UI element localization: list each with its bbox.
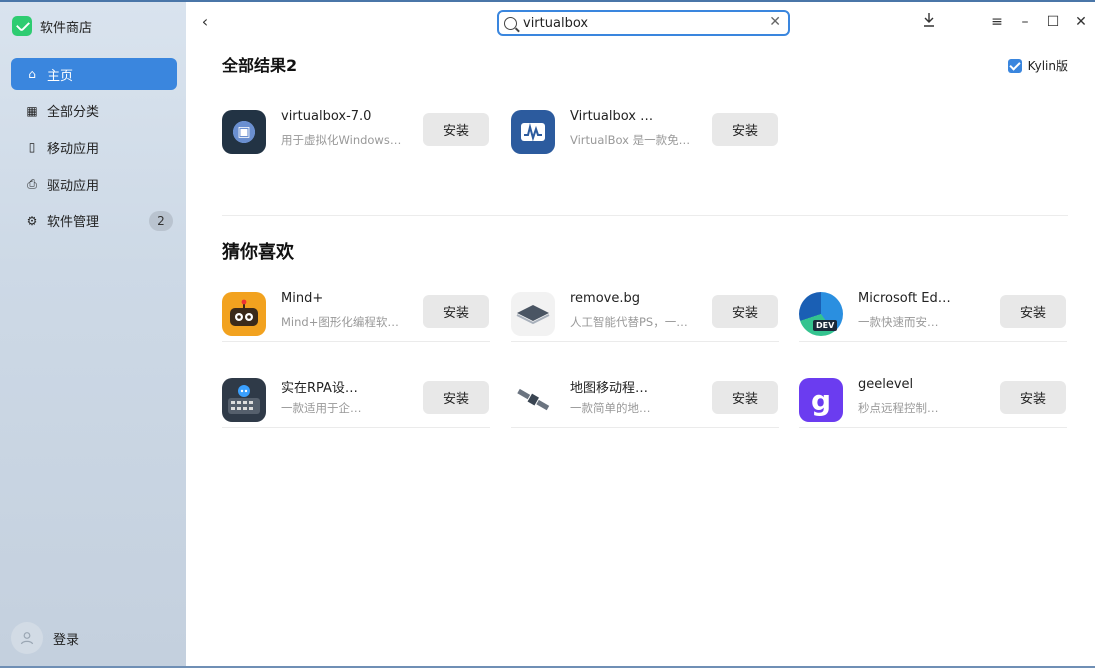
install-button[interactable]: 安装 <box>712 381 778 414</box>
search-box[interactable]: ✕ <box>497 10 790 36</box>
app-name: Virtualbox … <box>570 109 654 124</box>
satellite-icon <box>511 378 555 422</box>
sidebar-item-drivers[interactable]: ⎙ 驱动应用 <box>11 168 177 200</box>
download-icon <box>924 13 934 27</box>
main-content: ‹ ✕ ≡ – ☐ ✕ 全部结果2 Kylin版 ▣ virtu <box>186 2 1095 666</box>
recommendation-card[interactable]: g geelevel 秒点远程控制… 安装 <box>799 368 1067 428</box>
login-label: 登录 <box>53 632 80 648</box>
app-name: virtualbox-7.0 <box>281 109 372 124</box>
app-description: 人工智能代替PS，一… <box>570 315 688 329</box>
install-button[interactable]: 安装 <box>1000 295 1066 328</box>
app-name: remove.bg <box>570 291 641 306</box>
maximize-button[interactable]: ☐ <box>1039 14 1067 30</box>
install-button[interactable]: 安装 <box>1000 381 1066 414</box>
app-description: 一款简单的地… <box>570 401 651 415</box>
sidebar-nav: ⌂ 主页 ▦ 全部分类 ▯ 移动应用 ⎙ 驱动应用 ⚙ 软件管理 2 <box>11 58 177 241</box>
recommendation-card[interactable]: Mind+ Mind+图形化编程软… 安装 <box>222 282 490 342</box>
app-name: Mind+ <box>281 291 324 306</box>
sidebar-item-all-categories[interactable]: ▦ 全部分类 <box>11 95 177 127</box>
kylin-filter-label: Kylin版 <box>1027 59 1068 73</box>
section-divider <box>222 215 1068 216</box>
phone-icon: ▯ <box>28 140 36 155</box>
app-name: geelevel <box>858 377 914 392</box>
recommendation-card[interactable]: 地图移动程… 一款简单的地… 安装 <box>511 368 779 428</box>
sidebar: 软件商店 ⌂ 主页 ▦ 全部分类 ▯ 移动应用 ⎙ 驱动应用 ⚙ 软件管理 2 … <box>0 2 186 666</box>
app-name: Microsoft Ed… <box>858 291 951 306</box>
sidebar-item-mobile-apps[interactable]: ▯ 移动应用 <box>11 131 177 163</box>
install-button[interactable]: 安装 <box>712 295 778 328</box>
close-icon[interactable]: ✕ <box>769 14 781 30</box>
search-icon <box>504 16 517 30</box>
rpa-robot-icon <box>222 378 266 422</box>
sidebar-item-home[interactable]: ⌂ 主页 <box>11 58 177 90</box>
all-results-title: 全部结果2 <box>222 56 298 75</box>
avatar <box>11 622 43 654</box>
app-window: 软件商店 ⌂ 主页 ▦ 全部分类 ▯ 移动应用 ⎙ 驱动应用 ⚙ 软件管理 2 … <box>0 0 1095 666</box>
result-card[interactable]: Virtualbox … VirtualBox 是一款免… 安装 <box>511 100 779 160</box>
recommendation-card[interactable]: remove.bg 人工智能代替PS，一… 安装 <box>511 282 779 342</box>
install-button[interactable]: 安装 <box>712 113 778 146</box>
recommendation-card[interactable]: 实在RPA设… 一款适用于企… 安装 <box>222 368 490 428</box>
install-button[interactable]: 安装 <box>423 295 489 328</box>
sidebar-item-label: 移动应用 <box>47 141 100 157</box>
close-button[interactable]: ✕ <box>1067 14 1095 30</box>
app-description: VirtualBox 是一款免… <box>570 133 691 147</box>
user-icon <box>20 632 34 645</box>
virtualbox-icon: ▣ <box>222 110 266 154</box>
back-button[interactable]: ‹ <box>198 12 212 32</box>
remove-bg-icon <box>511 292 555 336</box>
sidebar-item-label: 主页 <box>47 68 74 84</box>
recommendation-card[interactable]: DEV Microsoft Ed… 一款快速而安… 安装 <box>799 282 1067 342</box>
sidebar-item-label: 驱动应用 <box>47 178 100 194</box>
install-button[interactable]: 安装 <box>423 113 489 146</box>
edge-dev-icon: DEV <box>799 292 843 336</box>
geelevel-icon: g <box>799 378 843 422</box>
sidebar-item-label: 软件管理 <box>47 215 100 231</box>
kylin-filter-checkbox[interactable]: Kylin版 <box>1007 57 1068 74</box>
result-card[interactable]: ▣ virtualbox-7.0 用于虚拟化Windows… 安装 <box>222 100 490 160</box>
app-name: 地图移动程… <box>570 381 649 396</box>
login-button[interactable]: 登录 <box>11 622 79 654</box>
recommendations-title: 猜你喜欢 <box>222 242 294 263</box>
virtualbox-monitor-icon <box>511 110 555 154</box>
software-store-logo-icon <box>12 16 32 36</box>
app-description: 秒点远程控制… <box>858 401 939 415</box>
app-description: 一款适用于企… <box>281 401 362 415</box>
menu-button[interactable]: ≡ <box>983 14 1011 30</box>
home-icon: ⌂ <box>28 67 36 81</box>
app-name: 实在RPA设… <box>281 381 358 396</box>
mind-plus-icon <box>222 292 266 336</box>
app-description: 用于虚拟化Windows… <box>281 133 402 147</box>
gear-icon: ⚙ <box>26 213 38 228</box>
sidebar-item-label: 全部分类 <box>47 105 100 121</box>
search-input[interactable] <box>523 15 763 31</box>
install-button[interactable]: 安装 <box>423 381 489 414</box>
update-count-badge: 2 <box>149 210 173 231</box>
app-description: 一款快速而安… <box>858 315 939 329</box>
checkbox-checked-icon <box>1007 58 1022 73</box>
grid-icon: ▦ <box>26 103 38 118</box>
download-button[interactable] <box>920 12 938 32</box>
sidebar-item-software-management[interactable]: ⚙ 软件管理 2 <box>11 205 177 237</box>
app-description: Mind+图形化编程软… <box>281 315 399 329</box>
app-name: 软件商店 <box>40 20 93 36</box>
printer-icon: ⎙ <box>27 177 37 192</box>
app-title: 软件商店 <box>12 14 92 38</box>
minimize-button[interactable]: – <box>1011 14 1039 30</box>
window-controls: ≡ – ☐ ✕ <box>983 10 1095 34</box>
